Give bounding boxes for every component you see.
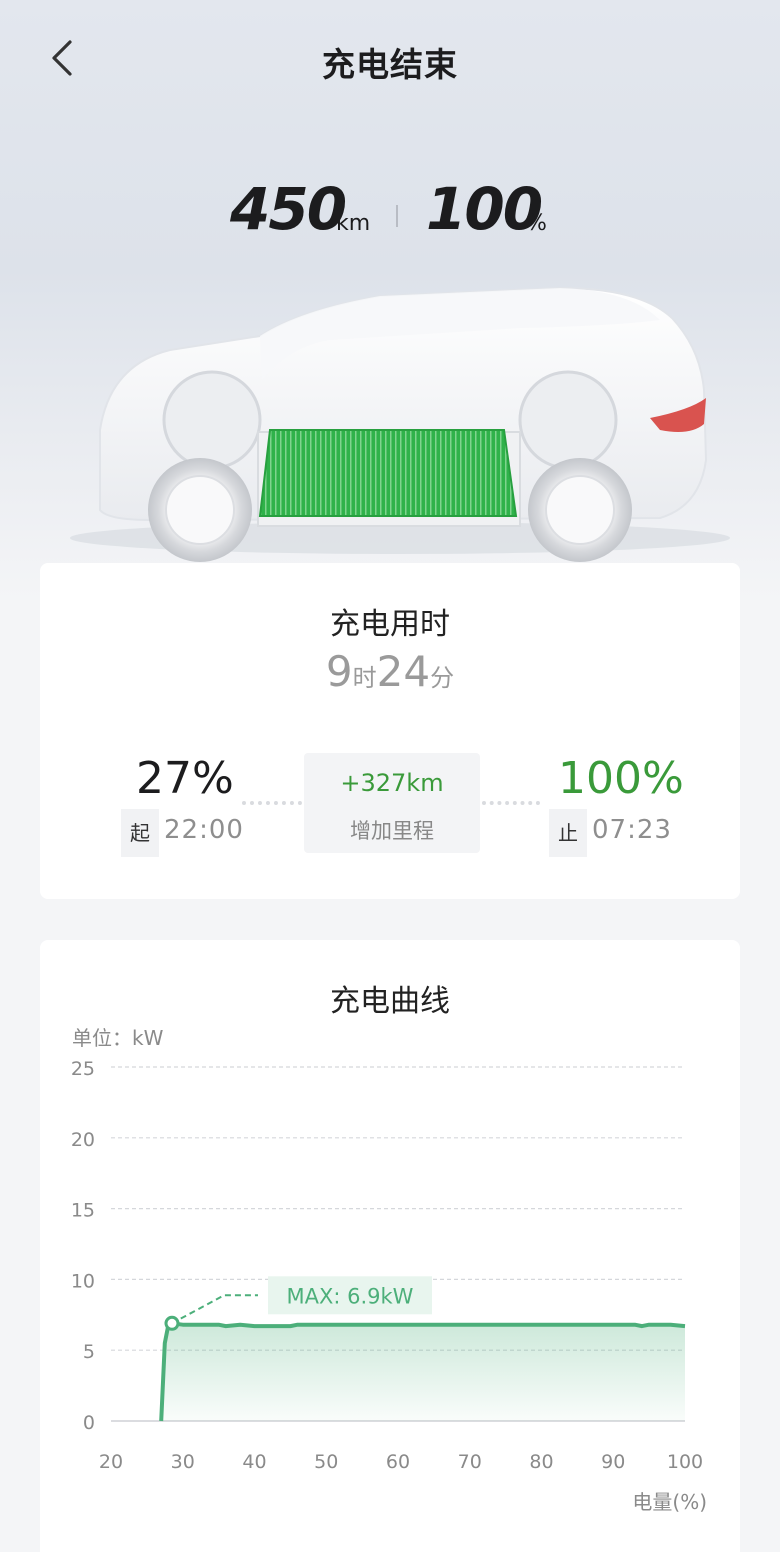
dotted-connector-right xyxy=(482,801,540,805)
added-range-box: +327km 增加里程 xyxy=(304,753,480,853)
charge-curve-chart: 0 5 10 15 20 25 20 30 40 50 60 70 80 90 100 电量(%) MAX: 6… xyxy=(71,1058,707,1514)
start-percent: 27% xyxy=(136,753,234,804)
y-tick-label: 10 xyxy=(71,1270,95,1292)
summary-divider xyxy=(396,205,398,227)
rear-motor xyxy=(518,370,618,470)
max-leader-line xyxy=(171,1294,258,1325)
charge-curve-card: 充电曲线 单位：kW 0 5 10 15 20 25 20 30 40 50 60 70 80 90 100… xyxy=(40,940,740,1552)
x-tick-label: 20 xyxy=(99,1451,123,1473)
added-range-label: 增加里程 xyxy=(350,819,434,843)
battery-value: 100 xyxy=(426,175,543,243)
duration-minutes-unit: 分 xyxy=(430,664,455,692)
battery-pack xyxy=(258,429,518,517)
x-tick-label: 80 xyxy=(529,1451,553,1473)
x-tick-label: 50 xyxy=(314,1451,338,1473)
nav-bar: 充电结束 xyxy=(0,20,780,100)
front-motor xyxy=(162,370,262,470)
x-tick-label: 70 xyxy=(458,1451,482,1473)
y-tick-label: 0 xyxy=(83,1412,95,1434)
duration-minutes: 24 xyxy=(376,647,431,696)
max-point-marker xyxy=(164,1315,180,1331)
duration-value: 9时24分 xyxy=(40,647,740,696)
added-range-value: +327km xyxy=(340,769,444,797)
max-label: MAX: 6.9kW xyxy=(287,1284,414,1308)
y-tick-label: 5 xyxy=(83,1341,95,1363)
charge-curve-area xyxy=(161,1323,685,1421)
end-tag: 止 xyxy=(549,809,587,857)
x-tick-label: 40 xyxy=(242,1451,266,1473)
range-unit: km xyxy=(336,211,371,236)
end-percent: 100% xyxy=(558,753,684,804)
charge-summary: 450 km 100 % xyxy=(0,175,780,255)
y-tick-label: 20 xyxy=(71,1129,95,1151)
range-value: 450 xyxy=(230,175,347,243)
battery-unit: % xyxy=(526,211,547,236)
x-tick-label: 60 xyxy=(386,1451,410,1473)
duration-title: 充电用时 xyxy=(330,607,450,642)
start-time: 22:00 xyxy=(164,815,244,845)
x-tick-label: 100 xyxy=(667,1451,703,1473)
dotted-connector-left xyxy=(242,801,302,805)
x-tick-label: 30 xyxy=(171,1451,195,1473)
duration-hours-unit: 时 xyxy=(352,664,377,692)
charge-duration-card: 充电用时 9时24分 27% 起 22:00 +327km 增加里程 100% … xyxy=(40,563,740,899)
x-axis-label: 电量(%) xyxy=(632,1490,707,1514)
duration-hours: 9 xyxy=(325,647,353,696)
start-tag: 起 xyxy=(121,809,159,857)
page-title: 充电结束 xyxy=(322,45,458,84)
end-time: 07:23 xyxy=(592,815,672,845)
y-tick-label: 15 xyxy=(71,1200,95,1222)
y-tick-label: 25 xyxy=(71,1058,95,1080)
car-illustration xyxy=(0,270,780,570)
x-tick-label: 90 xyxy=(601,1451,625,1473)
